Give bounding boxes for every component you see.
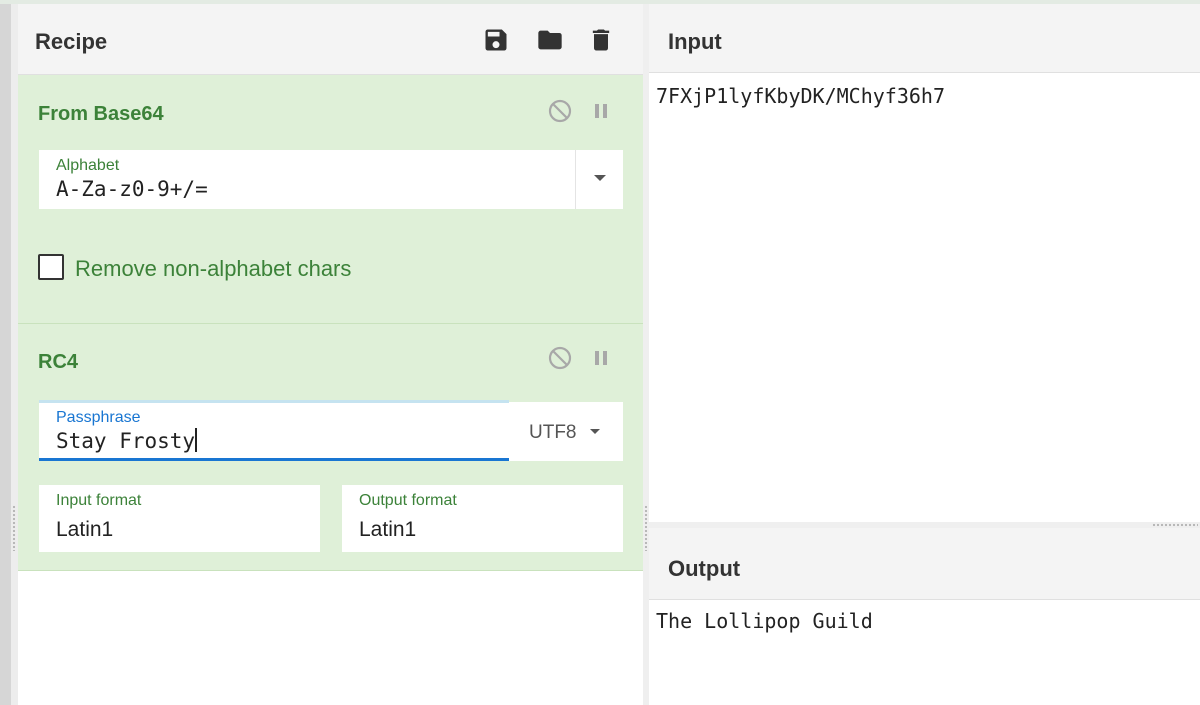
- passphrase-input[interactable]: Passphrase Stay Frosty: [39, 400, 509, 461]
- input-format-label: Input format: [56, 492, 142, 509]
- resize-handle[interactable]: [1152, 523, 1198, 527]
- left-gutter-edge: [11, 4, 18, 705]
- remove-non-alphabet-label[interactable]: Remove non-alphabet chars: [75, 256, 351, 282]
- chevron-down-icon[interactable]: [594, 175, 606, 181]
- output-title: Output: [668, 556, 741, 581]
- pause-icon[interactable]: [588, 345, 614, 371]
- passphrase-encoding-dropdown[interactable]: UTF8: [509, 402, 623, 461]
- text-cursor: [195, 428, 198, 452]
- disable-icon[interactable]: [547, 345, 573, 371]
- disable-icon[interactable]: [547, 98, 573, 124]
- recipe-title: Recipe: [35, 29, 108, 54]
- input-textarea[interactable]: 7FXjP1lyfKbyDK/MChyf36h7: [656, 84, 945, 108]
- remove-non-alphabet-checkbox[interactable]: [38, 254, 64, 280]
- passphrase-value: Stay Frosty: [56, 428, 198, 453]
- passphrase-label: Passphrase: [56, 409, 141, 426]
- pause-icon[interactable]: [588, 98, 614, 124]
- operation-rc4[interactable]: RC4 Passphrase Stay Frosty UTF8 Input fo…: [18, 324, 643, 571]
- encoding-value: UTF8: [529, 422, 577, 443]
- output-textarea[interactable]: The Lollipop Guild: [656, 609, 873, 633]
- alphabet-label: Alphabet: [56, 157, 120, 174]
- folder-icon[interactable]: [534, 24, 566, 56]
- output-format-label: Output format: [359, 492, 457, 509]
- resize-handle[interactable]: [644, 505, 648, 551]
- input-title: Input: [668, 29, 722, 54]
- output-format-select[interactable]: Output format Latin1: [342, 485, 623, 552]
- input-format-select[interactable]: Input format Latin1: [39, 485, 320, 552]
- left-panel-gutter[interactable]: [0, 4, 11, 705]
- input-format-value: Latin1: [56, 518, 114, 541]
- chevron-down-icon[interactable]: [590, 429, 600, 434]
- alphabet-value: A-Za-z0-9+/=: [56, 177, 208, 201]
- resize-handle[interactable]: [12, 505, 16, 551]
- save-icon[interactable]: [480, 24, 512, 56]
- alphabet-select[interactable]: Alphabet A-Za-z0-9+/=: [39, 150, 623, 209]
- operation-title: From Base64: [38, 103, 164, 125]
- output-format-value: Latin1: [359, 518, 417, 541]
- trash-icon[interactable]: [585, 24, 617, 56]
- field-divider: [575, 150, 576, 209]
- recipe-panel: Recipe From Base64 Alphabet A-Za-z0-9+/=…: [18, 4, 643, 705]
- cyberchef-window: Recipe From Base64 Alphabet A-Za-z0-9+/=…: [0, 0, 1200, 705]
- operation-from-base64[interactable]: From Base64 Alphabet A-Za-z0-9+/= Remove…: [18, 75, 643, 324]
- operation-title: RC4: [38, 351, 79, 373]
- input-header: Input: [649, 4, 1200, 73]
- recipe-header: Recipe: [18, 4, 643, 75]
- output-header: Output: [649, 528, 1200, 600]
